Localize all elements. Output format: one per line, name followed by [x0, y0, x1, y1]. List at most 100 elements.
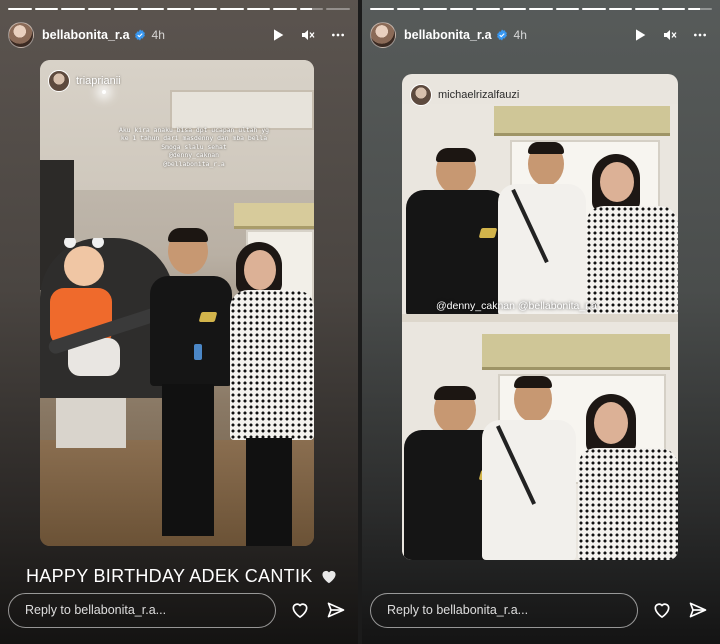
caption-mention[interactable]: @bellabonita_r.a — [94, 160, 294, 168]
progress-fill — [114, 8, 138, 10]
progress-fill — [449, 8, 474, 10]
person-man-black-tee — [150, 228, 240, 546]
username[interactable]: bellabonita_r.a — [42, 28, 130, 42]
progress-segment — [582, 8, 606, 10]
reposted-from[interactable]: michaelrizalfauzi — [410, 84, 519, 106]
send-icon[interactable] — [326, 600, 346, 620]
avatar[interactable] — [8, 22, 34, 48]
progress-segment — [34, 8, 59, 10]
more-icon[interactable] — [330, 27, 346, 43]
progress-segment — [396, 8, 421, 10]
progress-fill — [273, 8, 297, 10]
progress-fill — [555, 8, 580, 10]
timestamp: 4h — [151, 28, 165, 42]
progress-fill — [8, 8, 32, 10]
story-caption: Aku kira anaku bisa dpt ucapan ultah yg … — [94, 126, 294, 168]
progress-fill — [87, 8, 112, 10]
progress-fill — [502, 8, 527, 10]
progress-segment — [140, 8, 165, 10]
progress-fill — [396, 8, 421, 10]
caption-mention[interactable]: @denny_caknan — [94, 151, 294, 159]
progress-fill — [34, 8, 59, 10]
heart-icon[interactable] — [290, 600, 310, 620]
username[interactable]: bellabonita_r.a — [404, 28, 492, 42]
story-header: bellabonita_r.a 4h — [8, 20, 350, 50]
avatar[interactable] — [410, 84, 432, 106]
progress-segment — [635, 8, 659, 10]
play-icon[interactable] — [632, 27, 648, 43]
avatar[interactable] — [48, 70, 70, 92]
reposted-username[interactable]: michaelrizalfauzi — [438, 89, 519, 101]
divider — [402, 314, 678, 322]
progress-segment — [661, 8, 686, 10]
progress-segment — [114, 8, 138, 10]
progress-segment — [246, 8, 271, 10]
progress-fill — [476, 8, 500, 10]
progress-fill — [608, 8, 633, 10]
progress-segment — [299, 8, 324, 10]
progress-fill — [582, 8, 606, 10]
birthday-caption: HAPPY BIRTHDAY ADEK CANTIK — [26, 566, 338, 587]
person-woman-patterned-tee — [230, 242, 314, 546]
story-left[interactable]: bellabonita_r.a 4h triaprianii Aku kira … — [0, 0, 358, 644]
progress-segment — [8, 8, 32, 10]
progress-segment — [423, 8, 447, 10]
progress-segment — [370, 8, 394, 10]
reposted-username[interactable]: triaprianii — [76, 75, 121, 87]
progress-segment — [87, 8, 112, 10]
progress-fill — [688, 8, 701, 10]
heart-icon[interactable] — [652, 600, 672, 620]
story-header: bellabonita_r.a 4h — [370, 20, 712, 50]
verified-badge-icon — [496, 29, 507, 41]
story-footer: Reply to bellabonita_r.a... — [370, 592, 712, 628]
progress-segment — [61, 8, 85, 10]
story-progress-bar — [370, 8, 712, 10]
white-heart-icon — [322, 570, 336, 584]
story-right[interactable]: bellabonita_r.a 4h michaelrizalfauzi @de… — [362, 0, 720, 644]
caption-line: ke 1 tahun dari masdenny dan mba bella — [120, 134, 268, 143]
progress-fill — [140, 8, 165, 10]
progress-fill — [635, 8, 659, 10]
reposted-story-card[interactable]: michaelrizalfauzi @denny_caknan @bellabo… — [402, 74, 678, 560]
reposted-story-card[interactable]: triaprianii Aku kira anaku bisa dpt ucap… — [40, 60, 314, 546]
progress-fill — [193, 8, 218, 10]
progress-fill — [167, 8, 191, 10]
progress-fill — [661, 8, 686, 10]
more-icon[interactable] — [692, 27, 708, 43]
group-photo-bottom — [402, 322, 678, 560]
progress-fill — [246, 8, 271, 10]
progress-segment — [608, 8, 633, 10]
play-icon[interactable] — [270, 27, 286, 43]
avatar[interactable] — [370, 22, 396, 48]
progress-segment — [193, 8, 218, 10]
progress-segment — [502, 8, 527, 10]
reposted-from[interactable]: triaprianii — [48, 70, 121, 92]
progress-segment — [529, 8, 553, 10]
story-footer: Reply to bellabonita_r.a... — [8, 592, 350, 628]
progress-fill — [370, 8, 394, 10]
progress-segment — [220, 8, 244, 10]
progress-segment — [326, 8, 350, 10]
progress-fill — [61, 8, 85, 10]
mention-tags[interactable]: @denny_caknan @bellabonita_r.a — [436, 300, 597, 312]
timestamp: 4h — [513, 28, 527, 42]
reply-input[interactable]: Reply to bellabonita_r.a... — [8, 592, 276, 628]
progress-segment — [688, 8, 712, 10]
mute-icon[interactable] — [300, 27, 316, 43]
progress-segment — [273, 8, 297, 10]
mute-icon[interactable] — [662, 27, 678, 43]
progress-fill — [299, 8, 312, 10]
caption-line: Smoga slalu sehat — [161, 142, 227, 151]
progress-fill — [423, 8, 447, 10]
reply-placeholder: Reply to bellabonita_r.a... — [25, 603, 167, 617]
progress-segment — [449, 8, 474, 10]
progress-segment — [167, 8, 191, 10]
progress-segment — [555, 8, 580, 10]
progress-segment — [476, 8, 500, 10]
reply-input[interactable]: Reply to bellabonita_r.a... — [370, 592, 638, 628]
send-icon[interactable] — [688, 600, 708, 620]
progress-fill — [529, 8, 553, 10]
group-photo-top — [402, 104, 678, 316]
progress-fill — [220, 8, 244, 10]
story-progress-bar — [8, 8, 350, 10]
